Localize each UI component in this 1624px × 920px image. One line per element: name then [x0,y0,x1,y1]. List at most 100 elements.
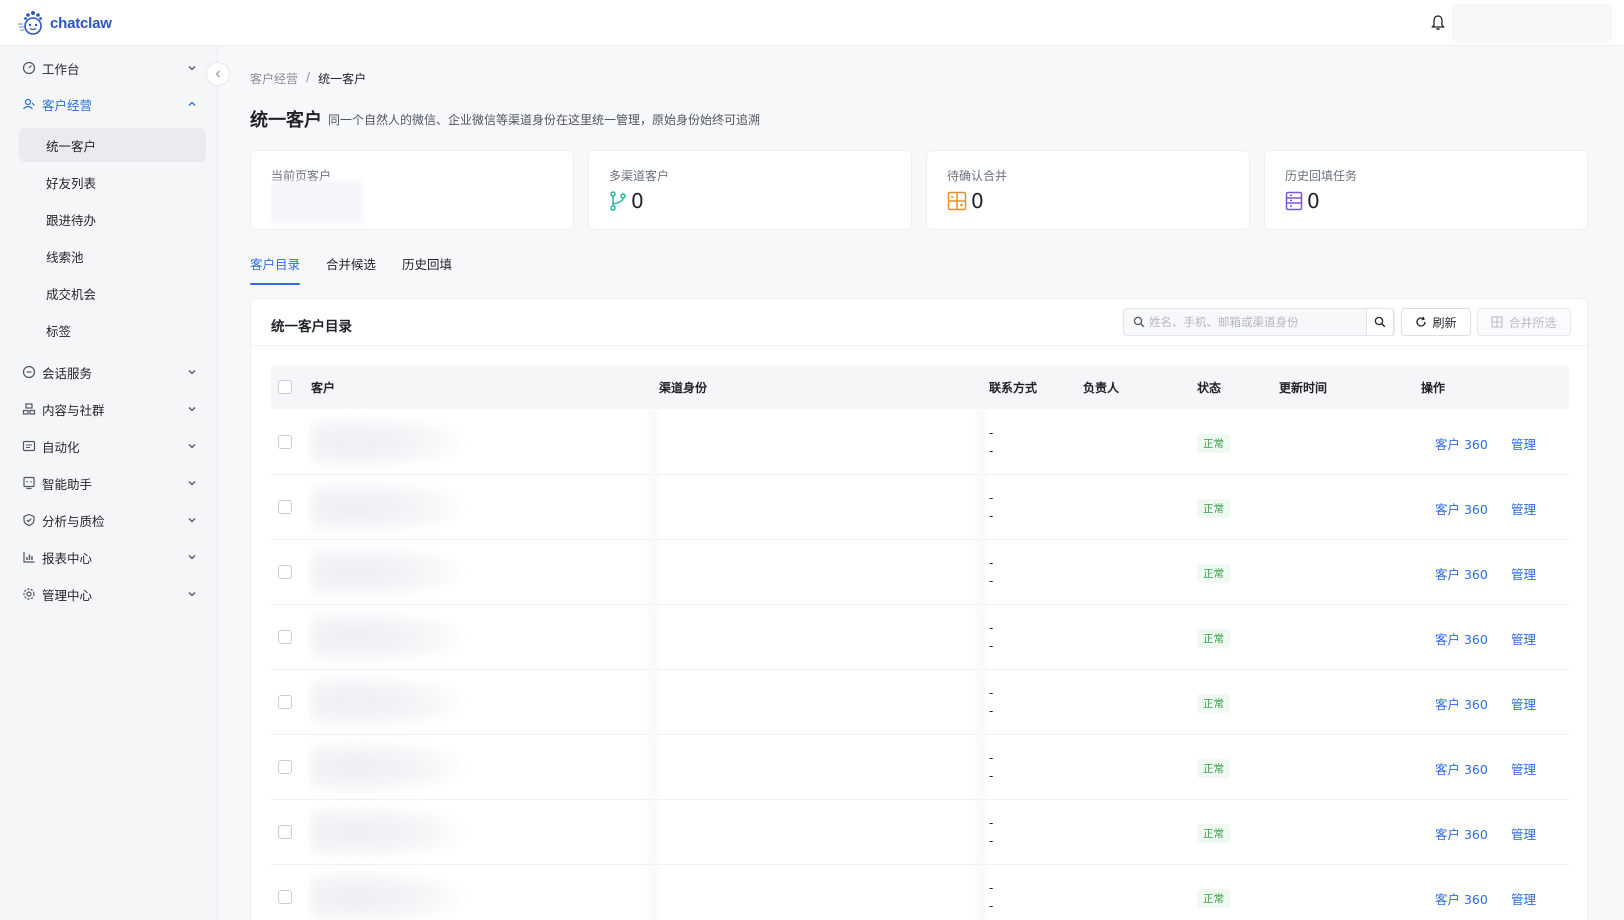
user-profile-area[interactable] [1452,4,1612,42]
row-checkbox[interactable] [278,760,292,774]
search-input[interactable] [1149,315,1349,329]
contact-cell: -- [989,881,994,913]
sidebar-item-tags[interactable]: 标签 [19,313,206,347]
dashboard-icon [22,61,36,75]
chevron-down-icon [188,481,196,486]
bell-icon[interactable] [1430,14,1446,32]
sidebar-group-label: 分析与质检 [42,513,105,529]
chevron-up-icon [188,101,196,106]
select-all-checkbox[interactable] [278,380,292,394]
manage-link[interactable]: 管理 [1511,499,1536,518]
row-checkbox[interactable] [278,630,292,644]
sidebar-group-analysis-qa[interactable]: 分析与质检 [18,506,202,534]
table-row: -- 正常 客户 360 管理 [271,605,1569,670]
row-checkbox[interactable] [278,500,292,514]
merge-label: 合并所选 [1508,315,1557,330]
manage-link[interactable]: 管理 [1511,759,1536,778]
chevron-down-icon [188,370,196,375]
breadcrumb: 客户经营 / 统一客户 [250,70,366,87]
panel-title: 统一客户目录 [271,319,352,335]
column-separator [977,865,985,920]
tab-merge-candidates[interactable]: 合并候选 [326,254,376,285]
row-checkbox[interactable] [278,890,292,904]
customer-cell-redacted [311,871,461,920]
breadcrumb-parent[interactable]: 客户经营 [250,70,298,87]
customer-360-link[interactable]: 客户 360 [1435,824,1488,843]
manage-link[interactable]: 管理 [1511,889,1536,908]
customer-360-link[interactable]: 客户 360 [1435,564,1488,583]
sidebar-group-content-community[interactable]: 内容与社群 [18,395,202,423]
sidebar-group-automation[interactable]: 自动化 [18,432,202,460]
chevron-left-icon [215,70,220,78]
column-separator [649,735,657,800]
manage-link[interactable]: 管理 [1511,694,1536,713]
sidebar-group-reports[interactable]: 报表中心 [18,543,202,571]
stat-label: 历史回填任务 [1285,169,1358,183]
tab-history-backfill[interactable]: 历史回填 [402,254,452,285]
manage-link[interactable]: 管理 [1511,434,1536,453]
manage-link[interactable]: 管理 [1511,564,1536,583]
status-badge: 正常 [1197,889,1230,908]
stat-card-backfill-tasks: 历史回填任务 0 [1264,150,1588,230]
customer-360-link[interactable]: 客户 360 [1435,629,1488,648]
column-separator [977,475,985,540]
chevron-down-icon [188,555,196,560]
table-row: -- 正常 客户 360 管理 [271,670,1569,735]
sidebar-group-label: 管理中心 [42,587,93,603]
chevron-down-icon [188,592,196,597]
customers-icon [23,98,35,110]
row-checkbox[interactable] [278,435,292,449]
table-row: -- 正常 客户 360 管理 [271,735,1569,800]
directory-panel: 统一客户目录 刷新 合并所选 客户 渠道身份 联系方式 负责人 状态 更新时间 … [250,298,1589,920]
contact-cell: -- [989,491,994,523]
column-separator [977,605,985,670]
customer-360-link[interactable]: 客户 360 [1435,889,1488,908]
column-separator [977,410,985,475]
row-checkbox[interactable] [278,565,292,579]
sidebar-item-deals[interactable]: 成交机会 [19,276,206,310]
customer-cell-redacted [311,611,461,663]
search-button[interactable] [1366,308,1394,336]
row-checkbox[interactable] [278,695,292,709]
refresh-button[interactable]: 刷新 [1401,308,1471,336]
customer-360-link[interactable]: 客户 360 [1435,499,1488,518]
customer-cell-redacted [311,806,461,858]
refresh-icon [1416,316,1427,327]
page-title: 统一客户 [250,110,322,131]
chat-icon [22,365,36,379]
sidebar-item-followups[interactable]: 跟进待办 [19,202,206,236]
sidebar-group-conversations[interactable]: 会话服务 [18,358,202,386]
column-separator [649,800,657,865]
merge-icon [947,191,967,211]
table-row: -- 正常 客户 360 管理 [271,475,1569,540]
sidebar-group-workbench[interactable]: 工作台 [18,54,202,82]
column-separator [977,800,985,865]
status-badge: 正常 [1197,824,1230,843]
stat-label: 多渠道客户 [609,169,670,183]
bar-chart-icon [23,552,35,563]
manage-link[interactable]: 管理 [1511,824,1536,843]
customer-360-link[interactable]: 客户 360 [1435,694,1488,713]
customer-360-link[interactable]: 客户 360 [1435,759,1488,778]
search-icon [1374,316,1386,328]
sidebar-group-label: 会话服务 [42,365,93,381]
sidebar-item-friends[interactable]: 好友列表 [19,165,206,199]
sidebar-item-leads[interactable]: 线索池 [19,239,206,273]
column-separator [977,735,985,800]
manage-link[interactable]: 管理 [1511,629,1536,648]
column-header-customer: 客户 [311,381,336,395]
gear-icon [23,588,35,600]
customer-360-link[interactable]: 客户 360 [1435,434,1488,453]
app-logo[interactable]: chatclaw [16,9,112,37]
column-header-actions: 操作 [1421,381,1446,395]
tab-customer-directory[interactable]: 客户目录 [250,254,301,285]
column-separator [649,540,657,605]
chevron-down-icon [188,444,196,449]
merge-selected-button[interactable]: 合并所选 [1477,308,1571,336]
sidebar-group-assistant[interactable]: 智能助手 [18,469,202,497]
sidebar-item-unified-customers[interactable]: 统一客户 [19,128,206,162]
row-checkbox[interactable] [278,825,292,839]
sidebar-group-admin[interactable]: 管理中心 [18,580,202,608]
sidebar-group-customer-ops[interactable]: 客户经营 [18,90,202,118]
sidebar-collapse-button[interactable] [206,62,230,86]
